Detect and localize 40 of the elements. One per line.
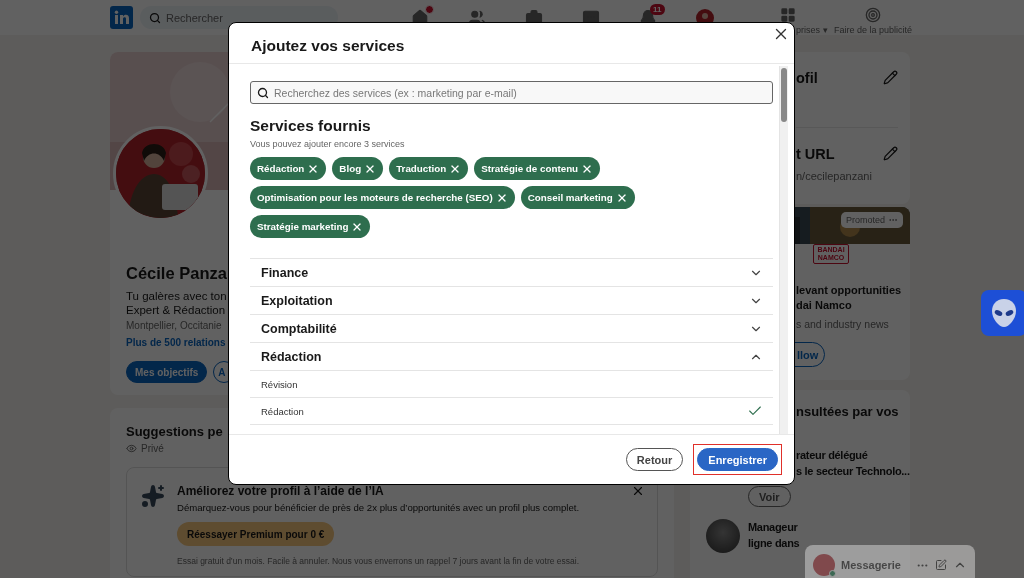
eye-icon [126, 443, 137, 454]
visibility-label: Privé [141, 443, 164, 454]
section-title: Suggestions pe [126, 424, 223, 439]
suggestion-text: Démarquez-vous pour bénéficier de près de 2x plus d’opportunités avec un profil plus complet. [177, 502, 580, 513]
sparkles-icon [141, 484, 165, 508]
profile-name: Cécile Panza [126, 264, 227, 283]
messaging-title: Messagerie [841, 559, 902, 571]
save-button[interactable]: Enregistrer [697, 448, 778, 471]
messaging-bar[interactable]: Messagerie [805, 545, 975, 578]
ad-title: levant opportunities [796, 283, 902, 298]
target-icon[interactable] [865, 6, 881, 23]
edit-icon[interactable] [883, 146, 898, 161]
close-icon[interactable] [631, 484, 645, 498]
person-title: ligne dans [748, 536, 800, 551]
service-chip[interactable]: Stratégie marketing [250, 215, 371, 238]
search-icon [149, 11, 161, 24]
linkedin-logo[interactable] [110, 6, 133, 29]
suggestion-title: Améliorez votre profil à l’aide de l’IA [177, 484, 384, 498]
person-title: Manageur [748, 520, 798, 535]
scrollbar[interactable] [779, 66, 788, 434]
back-button[interactable]: Retour [625, 448, 684, 471]
profile-location: Montpellier, Occitanie [126, 320, 222, 331]
profile-url: n/cecilepanzani [796, 170, 872, 182]
person-title: rateur délégué [796, 448, 868, 463]
ad-title: dai Namco [796, 298, 852, 313]
notification-count: 11 [650, 3, 665, 15]
profile-headline: Expert & Rédaction [126, 303, 226, 317]
user-avatar [813, 554, 835, 576]
setting-title: t URL [796, 146, 836, 162]
edit-icon[interactable] [883, 70, 898, 85]
setting-title: ofil [796, 70, 818, 86]
person-title: s le secteur Technolo... [796, 464, 910, 479]
compose-icon[interactable] [935, 559, 947, 571]
alien-icon[interactable] [981, 290, 1024, 336]
service-chip[interactable]: Optimisation pour les moteurs de recherche (SEO) [250, 186, 515, 209]
profile-headline: Tu galères avec ton [126, 289, 227, 303]
dialog-title: Ajoutez vos services [251, 36, 405, 55]
service-chip[interactable]: Conseil marketing [520, 186, 635, 209]
person-avatar [706, 519, 740, 553]
section-title: nsultées par vos [796, 404, 899, 419]
